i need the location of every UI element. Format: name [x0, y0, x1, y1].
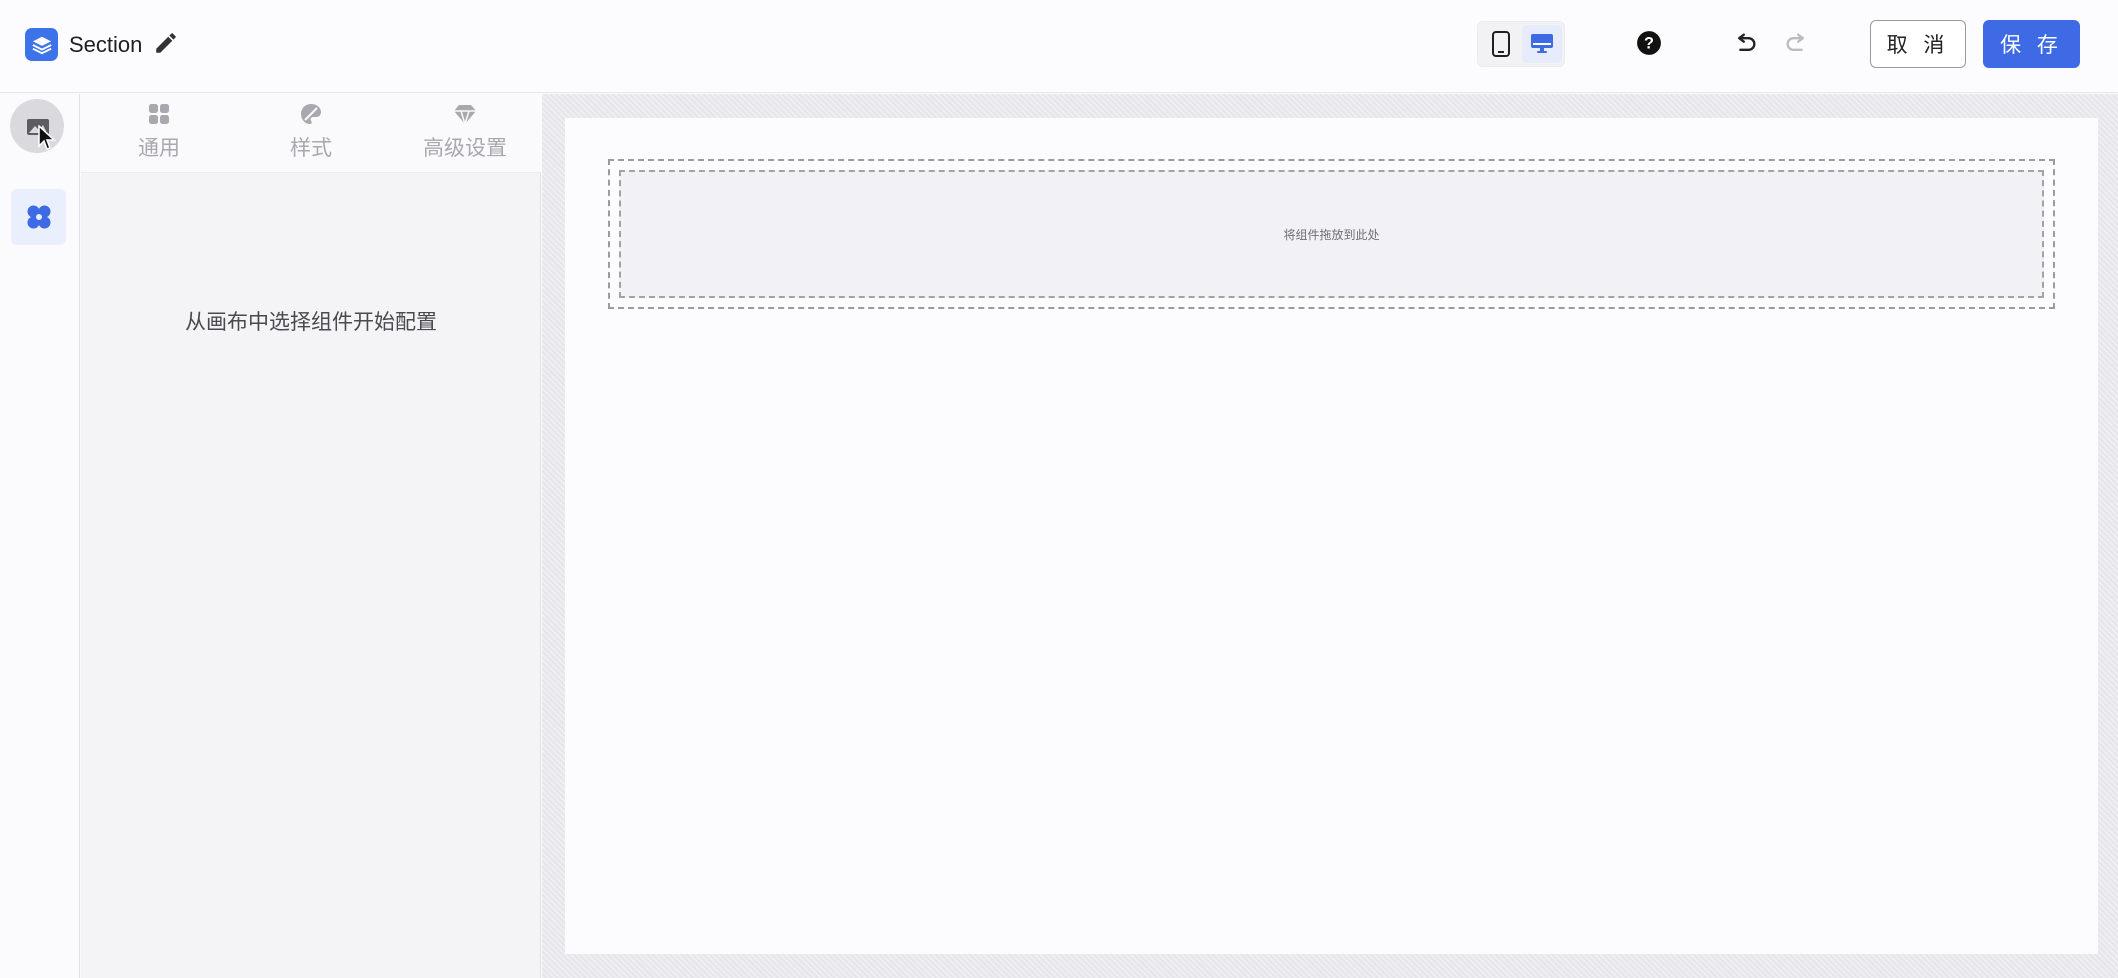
component-drop-zone[interactable]: 将组件拖放到此处 [619, 170, 2044, 298]
empty-config-hint: 从画布中选择组件开始配置 [185, 311, 437, 334]
pencil-icon[interactable] [153, 30, 179, 56]
undo-icon[interactable] [1731, 30, 1759, 58]
device-toggle [1477, 21, 1565, 67]
redo-icon[interactable] [1783, 30, 1811, 58]
desktop-monitor-icon [1531, 34, 1553, 53]
four-petal-icon [27, 205, 50, 229]
mobile-view-button[interactable] [1481, 25, 1521, 63]
save-button[interactable]: 保 存 [1983, 20, 2080, 68]
svg-text:?: ? [1644, 34, 1654, 52]
cancel-button[interactable]: 取 消 [1870, 20, 1966, 68]
mobile-phone-icon [1492, 31, 1510, 57]
tab-general[interactable]: 通用 [89, 102, 229, 168]
top-toolbar: Section ? 取 消 保 存 [0, 0, 2118, 93]
section-container[interactable]: 将组件拖放到此处 [608, 159, 2055, 309]
tab-style[interactable]: 样式 [241, 102, 381, 168]
left-rail [0, 94, 80, 978]
canvas-page: 将组件拖放到此处 [565, 118, 2098, 954]
tab-advanced-settings-label: 高级设置 [423, 137, 507, 160]
drop-zone-hint: 将组件拖放到此处 [1283, 227, 1380, 242]
rail-item-components[interactable] [11, 189, 66, 245]
grid-icon [149, 104, 169, 124]
canvas-area: 将组件拖放到此处 [542, 94, 2118, 978]
diamond-icon [454, 105, 476, 126]
layers-icon [25, 28, 58, 61]
tab-general-label: 通用 [138, 137, 180, 160]
mouse-cursor-icon [38, 125, 56, 150]
page-title: Section [69, 32, 143, 57]
tab-style-label: 样式 [290, 137, 332, 160]
palette-icon [301, 104, 321, 124]
panel-tabs: 通用 样式 高级设置 [81, 94, 541, 173]
desktop-view-button[interactable] [1522, 25, 1562, 63]
config-panel: 通用 样式 高级设置 从画布中选择组件开始配置 [81, 94, 541, 978]
tab-advanced-settings[interactable]: 高级设置 [395, 102, 535, 168]
question-circle-icon[interactable]: ? [1636, 30, 1662, 56]
